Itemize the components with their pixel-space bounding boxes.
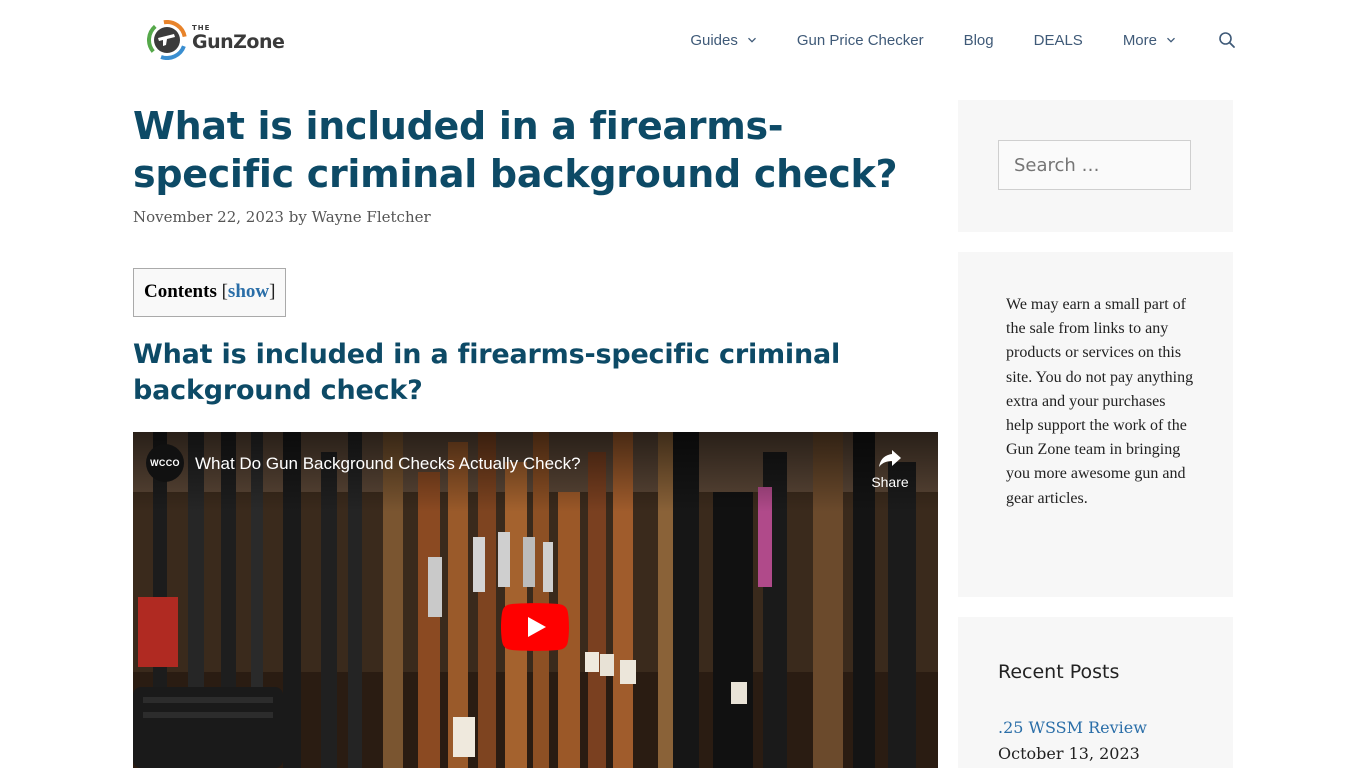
chevron-down-icon	[1167, 37, 1175, 43]
logo-name: GunZone	[192, 31, 285, 53]
toc-title: Contents	[144, 281, 217, 302]
logo-globe-icon	[147, 20, 187, 60]
nav-item-deals[interactable]: DEALS	[1034, 32, 1083, 49]
nav-blog-label: Blog	[963, 31, 994, 49]
share-button[interactable]: Share	[870, 446, 910, 490]
play-icon[interactable]	[501, 603, 569, 651]
youtube-embed[interactable]: WCCO What Do Gun Background Checks Actua…	[133, 432, 938, 768]
nav-item-more[interactable]: More	[1123, 32, 1176, 49]
sidebar-search-widget	[958, 100, 1233, 232]
affiliate-disclaimer-text: We may earn a small part of the sale fro…	[1006, 296, 1194, 507]
post-meta: November 22, 2023 by Wayne Fletcher	[133, 208, 938, 226]
nav-item-guides[interactable]: Guides	[690, 32, 757, 49]
post-by: by	[288, 208, 307, 226]
nav-guides-label: Guides	[690, 31, 738, 49]
share-icon	[879, 450, 901, 467]
recent-posts-title: Recent Posts	[998, 661, 1120, 683]
logo-text: THE GunZone	[192, 20, 285, 60]
nav-price-checker-label: Gun Price Checker	[796, 31, 924, 49]
toc-show-toggle[interactable]: show	[228, 281, 269, 302]
recent-post-link[interactable]: .25 WSSM Review	[998, 718, 1147, 737]
site-header: THE GunZone Guides Gun Price Checker Blo…	[0, 0, 1366, 80]
channel-avatar[interactable]: WCCO	[146, 444, 184, 482]
main-nav: Guides Gun Price Checker Blog DEALS More	[690, 0, 1236, 80]
share-label: Share	[871, 474, 909, 490]
nav-more-label: More	[1122, 31, 1157, 49]
recent-post-date: October 13, 2023	[998, 744, 1140, 763]
chevron-down-icon	[747, 37, 756, 43]
nav-item-blog[interactable]: Blog	[964, 32, 994, 49]
video-title[interactable]: What Do Gun Background Checks Actually C…	[195, 454, 581, 474]
site-logo[interactable]: THE GunZone	[147, 19, 285, 61]
sidebar-search-input[interactable]	[998, 140, 1191, 190]
table-of-contents: Contents [show]	[133, 268, 287, 317]
nav-deals-label: DEALS	[1033, 31, 1083, 49]
section-heading: What is included in a firearms-specific …	[133, 339, 841, 406]
nav-item-gun-price-checker[interactable]: Gun Price Checker	[797, 32, 924, 49]
affiliate-disclaimer-widget: We may earn a small part of the sale fro…	[958, 252, 1233, 597]
page-title: What is included in a firearms-specific …	[133, 104, 898, 196]
channel-badge-text: WCCO	[150, 458, 180, 468]
recent-posts-widget: Recent Posts .25 WSSM Review October 13,…	[958, 617, 1233, 768]
post-author-link[interactable]: Wayne Fletcher	[312, 208, 431, 226]
article: What is included in a firearms-specific …	[133, 100, 938, 409]
post-date[interactable]: November 22, 2023	[133, 208, 284, 226]
search-icon[interactable]	[1218, 31, 1236, 49]
toc-bracket-close: ]	[269, 281, 276, 302]
